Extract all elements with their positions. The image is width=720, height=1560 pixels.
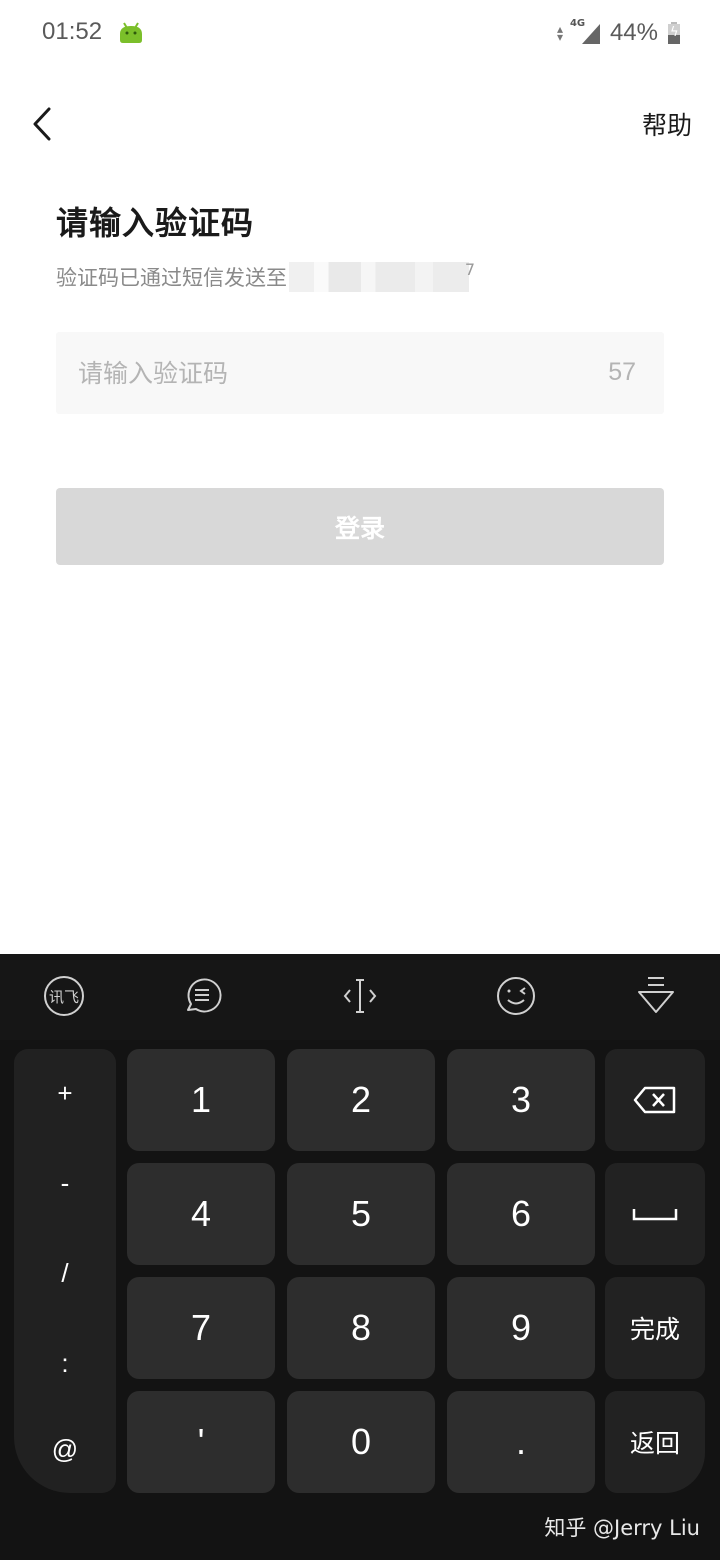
masked-phone-number: 7 [289,260,475,292]
backspace-key[interactable] [605,1049,705,1151]
battery-charging-icon: ϟ [668,22,680,44]
status-bar: 01:52 ▴ ▾ 4G 44% ϟ [0,0,720,66]
resend-countdown: 57 [608,358,636,386]
key-2[interactable]: 2 [287,1049,435,1151]
status-right: ▴ ▾ 4G 44% ϟ [556,18,680,48]
battery-percent: 44% [609,19,658,46]
symbol-key[interactable]: @ [14,1405,116,1493]
cursor-move-button[interactable] [338,974,382,1018]
key-4[interactable]: 4 [127,1163,275,1265]
watermark: 知乎 @Jerry Liu [544,1516,700,1540]
key-dot[interactable]: . [447,1391,595,1493]
key-apostrophe[interactable]: ' [127,1391,275,1493]
symbol-key[interactable]: - [14,1139,116,1227]
back-button[interactable] [22,100,62,148]
sms-sent-notice: 验证码已通过短信发送至 7 [56,260,475,292]
svg-text:讯飞: 讯飞 [49,988,79,1006]
key-0[interactable]: 0 [287,1391,435,1493]
key-1[interactable]: 1 [127,1049,275,1151]
signal-icon: 4G [570,18,600,46]
data-arrows-icon: ▴ ▾ [556,22,563,44]
symbol-key[interactable]: / [14,1229,116,1317]
space-icon [632,1209,678,1221]
key-7[interactable]: 7 [127,1277,275,1379]
phrases-icon [187,978,222,1013]
done-key[interactable]: 完成 [605,1277,705,1379]
key-6[interactable]: 6 [447,1163,595,1265]
symbol-key[interactable]: : [14,1319,116,1407]
help-link[interactable]: 帮助 [642,106,692,142]
iflytek-logo-button[interactable]: 讯飞 [42,974,86,1018]
hide-keyboard-icon [638,977,674,1013]
numeric-keyboard: 讯飞 + - /: @ 1 2 3 4 5 6 7 8 9 完成 ' 0 . … [0,954,720,1560]
login-button[interactable]: 登录 [56,488,664,565]
key-5[interactable]: 5 [287,1163,435,1265]
keyboard-toolbar: 讯飞 [0,954,720,1040]
hide-keyboard-button[interactable] [634,974,678,1018]
screen: 01:52 ▴ ▾ 4G 44% ϟ 帮助 请输入验证码 验证码已通过短信发送至… [0,0,720,1560]
status-time: 01:52 [42,18,103,45]
page-title: 请输入验证码 [56,204,255,242]
emoji-button[interactable] [494,974,538,1018]
verification-code-input[interactable] [78,332,538,414]
return-key[interactable]: 返回 [605,1391,705,1493]
keyboard-keys: + - / : @ 1 2 3 4 5 6 7 8 9 完成 ' 0 . 返回 [0,1040,720,1510]
symbol-column[interactable]: + - / : @ [14,1049,116,1493]
code-input-container: 57 [56,332,664,414]
iflytek-logo-icon: 讯飞 [44,976,84,1016]
sms-sent-text: 验证码已通过短信发送至 [56,266,287,290]
symbol-key[interactable]: + [14,1049,116,1137]
cursor-move-icon [343,979,377,1013]
emoji-icon [497,977,535,1015]
key-8[interactable]: 8 [287,1277,435,1379]
key-9[interactable]: 9 [447,1277,595,1379]
phone-tail-digit: 7 [464,260,475,279]
chevron-left-icon [33,107,51,141]
key-3[interactable]: 3 [447,1049,595,1151]
backspace-icon [633,1086,676,1114]
space-key[interactable] [605,1163,705,1265]
android-debug-icon [120,22,142,43]
phrases-button[interactable] [180,974,224,1018]
